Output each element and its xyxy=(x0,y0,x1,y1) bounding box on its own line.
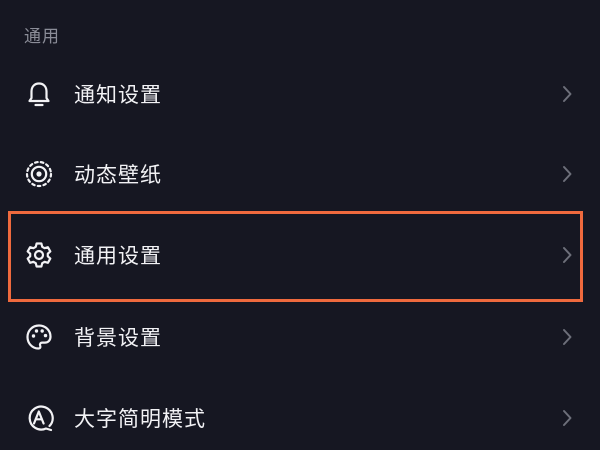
bell-icon xyxy=(24,79,54,109)
menu-item-label: 通用设置 xyxy=(74,244,162,268)
chevron-right-icon xyxy=(560,408,574,428)
chevron-right-icon xyxy=(560,245,574,265)
menu-item-label: 动态壁纸 xyxy=(74,163,162,187)
section-title: 通用 xyxy=(24,27,60,47)
menu-item-label: 通知设置 xyxy=(74,83,162,107)
chevron-right-icon xyxy=(560,327,574,347)
menu-item-live-wallpaper[interactable]: 动态壁纸 xyxy=(0,134,600,214)
menu-item-label: 背景设置 xyxy=(74,326,162,350)
large-text-icon xyxy=(24,403,54,433)
gear-icon xyxy=(24,240,54,270)
menu-item-notification-settings[interactable]: 通知设置 xyxy=(0,54,600,134)
menu-item-background-settings[interactable]: 背景设置 xyxy=(0,297,600,377)
chevron-right-icon xyxy=(560,84,574,104)
menu-item-label: 大字简明模式 xyxy=(74,407,206,431)
menu-item-large-text-mode[interactable]: 大字简明模式 xyxy=(0,378,600,450)
palette-icon xyxy=(24,322,54,352)
menu-item-general-settings[interactable]: 通用设置 xyxy=(0,215,600,295)
live-wallpaper-icon xyxy=(24,159,54,189)
settings-screen: 通用 通知设置 动态壁纸 通用设置 背景设置 大字简明模式 xyxy=(0,0,600,450)
chevron-right-icon xyxy=(560,164,574,184)
